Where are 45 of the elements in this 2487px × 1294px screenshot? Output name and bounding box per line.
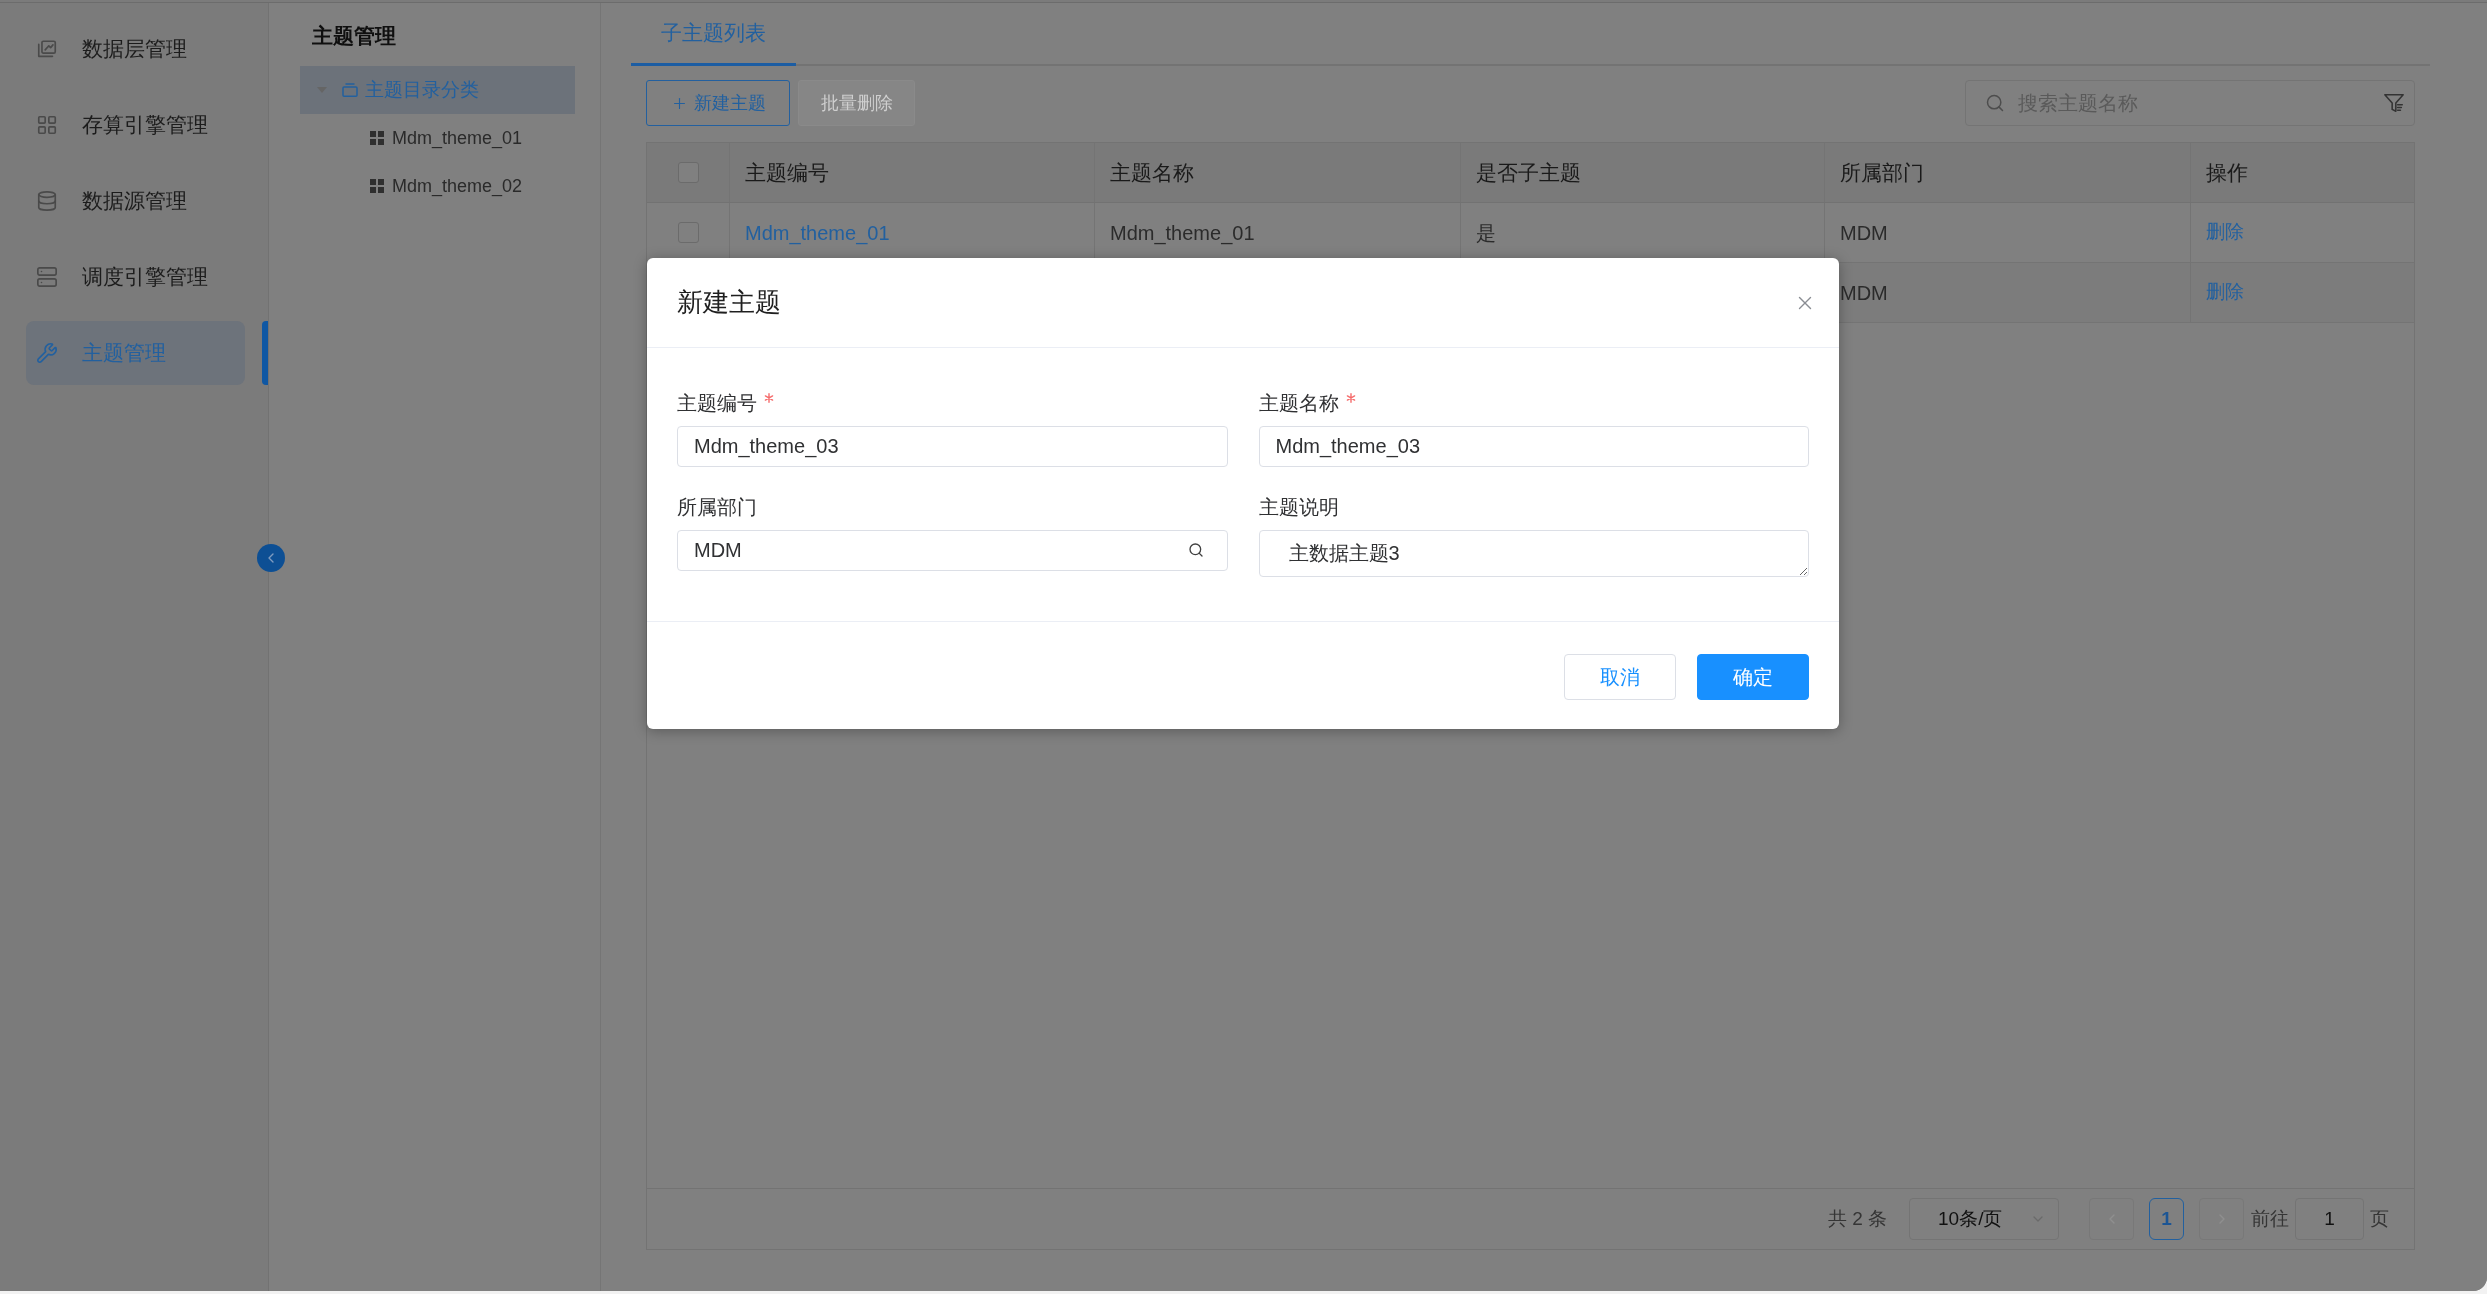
database-icon xyxy=(36,190,58,212)
table-cell-text: MDM xyxy=(1840,220,1888,246)
column-header: 主题名称 xyxy=(1110,159,1194,186)
folder-icon xyxy=(342,83,358,97)
page-size-select[interactable]: 10条/页 xyxy=(1909,1198,2059,1240)
field-label: 主题说明 xyxy=(1258,495,1339,520)
text-input[interactable]: Mdm_theme_03 xyxy=(677,426,1228,467)
page-number[interactable]: 1 xyxy=(2149,1198,2184,1240)
goto-label: 前往 xyxy=(2251,1206,2289,1231)
sidebar-item[interactable]: 调度引擎管理 xyxy=(26,245,245,309)
filter-icon[interactable] xyxy=(2383,92,2405,114)
search-select-field[interactable]: MDM xyxy=(677,530,1228,571)
column-header: 操作 xyxy=(2206,159,2248,186)
field-label: 主题编号 xyxy=(677,391,757,416)
sidebar-item[interactable]: 数据层管理 xyxy=(26,17,245,81)
sidebar-item[interactable]: 存算引擎管理 xyxy=(26,93,245,157)
wrench-icon xyxy=(36,342,58,364)
grid-icon xyxy=(36,114,58,136)
page-suffix: 页 xyxy=(2370,1206,2389,1231)
table-cell-text: MDM xyxy=(1840,280,1888,306)
search-icon xyxy=(1187,542,1204,558)
sidebar-item[interactable]: 数据源管理 xyxy=(26,169,245,233)
dialog-title: 新建主题 xyxy=(677,286,781,319)
grid-icon xyxy=(370,179,384,193)
panel-title: 主题管理 xyxy=(312,23,396,49)
tree-node[interactable]: Mdm_theme_02 xyxy=(300,162,575,210)
field-label: 所属部门 xyxy=(677,495,757,520)
confirm-button[interactable]: 确定 xyxy=(1697,654,1809,700)
column-header: 主题编号 xyxy=(745,159,829,186)
tree-node[interactable]: Mdm_theme_01 xyxy=(300,114,575,162)
field-label: 主题名称 xyxy=(1258,391,1339,416)
description-textarea[interactable]: 主数据主题3 xyxy=(1258,530,1809,577)
table-cell-text: 是 xyxy=(1476,220,1496,246)
column-header: 所属部门 xyxy=(1840,159,1924,186)
table-cell-text: Mdm_theme_01 xyxy=(1110,220,1255,247)
grid-icon xyxy=(370,131,384,145)
page-jump-input[interactable]: 1 xyxy=(2295,1198,2364,1240)
active-indicator-bar xyxy=(262,321,268,385)
cancel-button[interactable]: 取消 xyxy=(1564,654,1676,700)
total-count: 共 2 条 xyxy=(1827,1206,1887,1231)
search-icon xyxy=(1985,93,2005,113)
text-input[interactable]: Mdm_theme_03 xyxy=(1258,426,1809,467)
column-header: 是否子主题 xyxy=(1476,159,1581,186)
layered-chart-icon xyxy=(36,38,58,60)
server-icon xyxy=(36,266,58,288)
